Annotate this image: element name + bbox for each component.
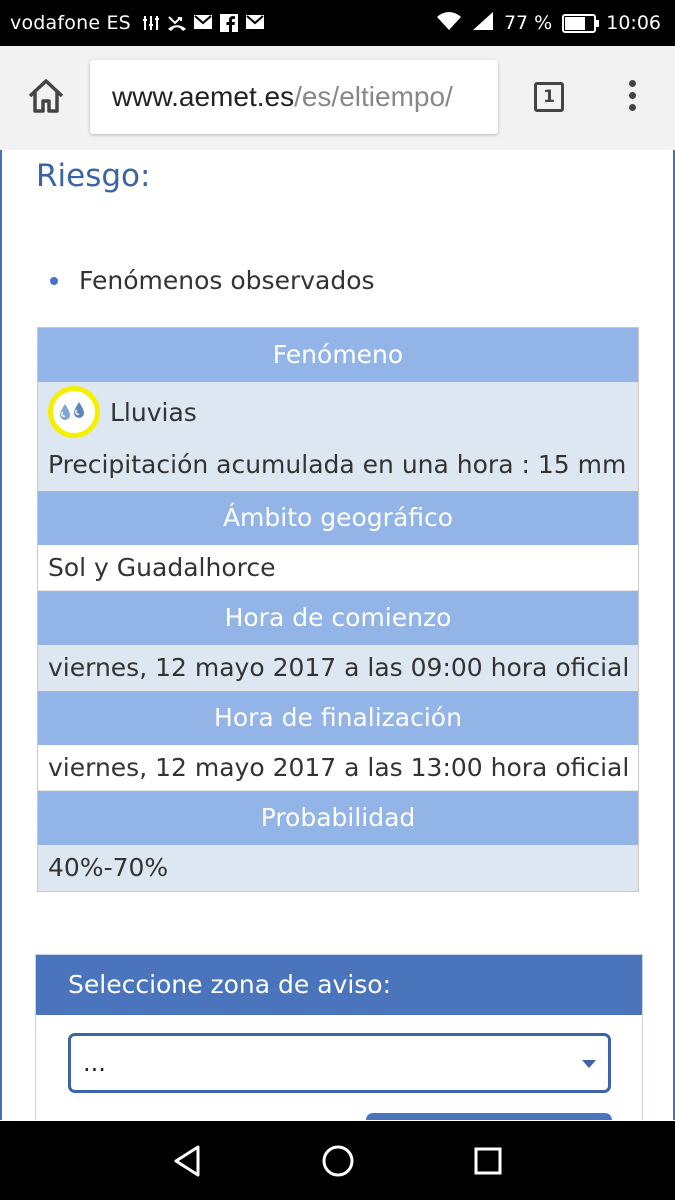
address-bar[interactable]: www.aemet.es/es/eltiempo/ [90,60,498,134]
table-cell-probabilidad: 40%-70% [38,845,638,891]
fenomeno-detail: Precipitación acumulada en una hora : 15… [48,450,627,479]
page-content: Riesgo: Fenómenos observados Fenómeno Ll… [0,150,675,1120]
table-cell-finalizacion: viernes, 12 mayo 2017 a las 13:00 hora o… [38,745,638,791]
warning-table: Fenómeno Lluvias Precipitación acumulada… [37,327,639,892]
wifi-icon [436,11,462,36]
table-header-fenomeno: Fenómeno [38,328,638,382]
table-header-ambito: Ámbito geográfico [38,491,638,545]
gmail-icon [193,14,213,32]
section-title: Riesgo: [36,158,151,194]
system-nav-bar [0,1121,675,1200]
status-bar: vodafone ES 77 % 10:06 [0,0,675,46]
carrier-name: vodafone ES [10,12,131,34]
submit-button[interactable] [366,1113,612,1120]
equalizer-icon [141,14,161,32]
bullet-label: Fenómenos observados [79,266,375,295]
zone-selector-title: Seleccione zona de aviso: [36,955,642,1015]
zone-selector-panel: Seleccione zona de aviso: ... [35,954,643,1120]
table-cell-comienzo: viernes, 12 mayo 2017 a las 09:00 hora o… [38,645,638,691]
home-circle-icon[interactable] [320,1143,356,1179]
missed-call-icon [167,14,187,32]
table-row-fenomeno: Lluvias Precipitación acumulada en una h… [38,382,638,491]
gmail-icon [245,14,265,32]
url-path: /es/eltiempo/ [294,81,453,112]
tab-switcher-button[interactable]: 1 [534,82,564,112]
zone-select[interactable]: ... [68,1033,611,1093]
table-header-probabilidad: Probabilidad [38,791,638,845]
facebook-icon [219,14,239,32]
url-host: www.aemet.es [112,81,295,112]
list-item: Fenómenos observados [50,266,375,295]
signal-icon [472,11,494,36]
fenomeno-name: Lluvias [110,397,197,427]
table-header-comienzo: Hora de comienzo [38,591,638,645]
battery-icon [562,13,600,33]
recent-apps-icon[interactable] [472,1145,504,1177]
battery-percent: 77 % [503,12,553,34]
overflow-menu-icon[interactable] [622,80,642,120]
table-cell-ambito: Sol y Guadalhorce [38,545,638,591]
bullet-icon [50,276,58,285]
table-header-finalizacion: Hora de finalización [38,691,638,745]
back-icon[interactable] [170,1143,206,1179]
chevron-down-icon [582,1060,596,1068]
clock: 10:06 [606,12,661,34]
home-icon[interactable] [26,78,66,118]
browser-toolbar: www.aemet.es/es/eltiempo/ 1 [0,46,675,151]
rain-icon [48,386,100,438]
zone-select-value: ... [83,1049,106,1077]
